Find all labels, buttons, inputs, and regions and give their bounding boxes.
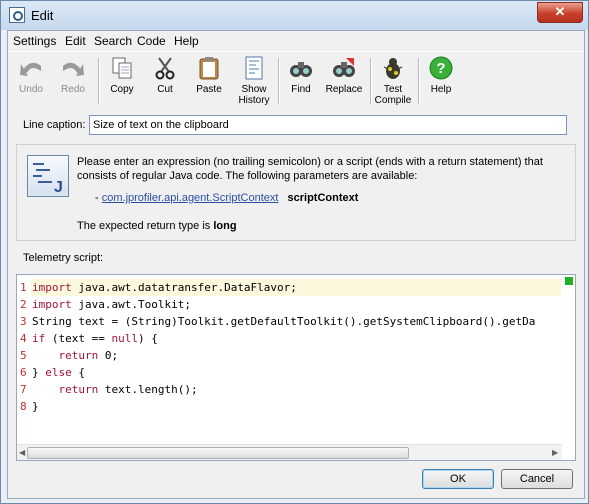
scissors-icon bbox=[153, 56, 177, 80]
ok-button[interactable]: OK bbox=[422, 469, 494, 489]
toolbar-separator bbox=[418, 58, 420, 104]
binoculars-icon bbox=[289, 56, 313, 80]
return-type: long bbox=[213, 220, 237, 232]
scroll-right-icon[interactable]: ▶ bbox=[552, 448, 558, 457]
telemetry-script-label: Telemetry script: bbox=[23, 252, 104, 264]
code-text: } bbox=[32, 400, 39, 413]
menu-settings[interactable]: Settings bbox=[13, 34, 56, 48]
copy-icon bbox=[110, 56, 134, 80]
menu-search[interactable]: Search bbox=[94, 34, 132, 48]
cancel-button[interactable]: Cancel bbox=[501, 469, 573, 489]
menu-help[interactable]: Help bbox=[174, 34, 199, 48]
copy-button[interactable]: Copy bbox=[104, 56, 140, 106]
return-prefix: The expected return type is bbox=[77, 220, 211, 232]
line-caption-label: Line caption: bbox=[23, 119, 86, 131]
dialog-content: Settings Edit Search Code Help Undo Redo… bbox=[7, 30, 585, 499]
code-text: String text = (String)Toolkit.getDefault… bbox=[32, 315, 536, 328]
scroll-thumb[interactable] bbox=[27, 447, 409, 459]
line-number: 2 bbox=[20, 298, 27, 311]
caption-row: Line caption: bbox=[18, 114, 574, 136]
cut-button[interactable]: Cut bbox=[148, 56, 182, 106]
line-number: 4 bbox=[20, 332, 27, 345]
line-caption-input[interactable] bbox=[89, 115, 567, 135]
test-compile-button[interactable]: Test Compile bbox=[374, 56, 412, 106]
bug-icon bbox=[381, 56, 405, 80]
info-panel: J Please enter an expression (no trailin… bbox=[16, 144, 576, 241]
code-text: } else { bbox=[32, 366, 85, 379]
menu-code[interactable]: Code bbox=[137, 34, 166, 48]
help-icon: ? bbox=[429, 56, 453, 80]
code-text: if (text == null) { bbox=[32, 332, 158, 345]
redo-icon bbox=[61, 56, 85, 80]
find-button[interactable]: Find bbox=[284, 56, 318, 106]
line-number: 7 bbox=[20, 383, 27, 396]
title-bar[interactable]: Edit ✕ bbox=[1, 1, 588, 30]
undo-button[interactable]: Undo bbox=[14, 56, 48, 106]
code-text: return text.length(); bbox=[58, 383, 198, 396]
svg-text:J: J bbox=[54, 179, 63, 196]
redo-button[interactable]: Redo bbox=[56, 56, 90, 106]
toolbar-separator bbox=[98, 58, 100, 104]
scroll-left-icon[interactable]: ◀ bbox=[19, 448, 25, 457]
menu-edit[interactable]: Edit bbox=[65, 34, 86, 48]
line-number: 6 bbox=[20, 366, 27, 379]
window-icon bbox=[9, 7, 25, 23]
horizontal-scrollbar[interactable]: ◀ ▶ bbox=[17, 444, 562, 460]
parameter-row: - com.jprofiler.api.agent.ScriptContext … bbox=[95, 192, 358, 204]
menu-bar: Settings Edit Search Code Help bbox=[8, 31, 584, 51]
undo-icon bbox=[19, 56, 43, 80]
replace-button[interactable]: Replace bbox=[324, 56, 364, 106]
toolbar: Undo Redo Copy Cut Paste Show History Fi… bbox=[8, 51, 584, 108]
clipboard-icon bbox=[197, 56, 221, 80]
svg-text:?: ? bbox=[436, 60, 445, 77]
line-number: 8 bbox=[20, 400, 27, 413]
paste-button[interactable]: Paste bbox=[191, 56, 227, 106]
edit-dialog: Edit ✕ Settings Edit Search Code Help Un… bbox=[0, 0, 589, 504]
param-class-link[interactable]: com.jprofiler.api.agent.ScriptContext bbox=[102, 192, 279, 204]
param-name: scriptContext bbox=[287, 192, 359, 204]
param-dash: - bbox=[95, 192, 99, 204]
toolbar-separator bbox=[370, 58, 372, 104]
return-type-row: The expected return type is long bbox=[77, 220, 237, 232]
java-script-icon: J bbox=[27, 155, 69, 197]
code-text: import java.awt.Toolkit; bbox=[32, 298, 191, 311]
close-button[interactable]: ✕ bbox=[537, 2, 583, 23]
code-text: import java.awt.datatransfer.DataFlavor; bbox=[32, 281, 297, 294]
line-number: 5 bbox=[20, 349, 27, 362]
window-title: Edit bbox=[31, 8, 54, 23]
code-text: return 0; bbox=[58, 349, 119, 362]
status-marker bbox=[565, 277, 573, 285]
replace-icon bbox=[332, 56, 356, 80]
toolbar-separator bbox=[278, 58, 280, 104]
show-history-button[interactable]: Show History bbox=[234, 56, 274, 106]
line-number: 3 bbox=[20, 315, 27, 328]
line-number: 1 bbox=[20, 281, 27, 294]
code-editor[interactable]: 1 import java.awt.datatransfer.DataFlavor… bbox=[16, 274, 576, 461]
info-description: Please enter an expression (no trailing … bbox=[77, 156, 543, 182]
history-icon bbox=[242, 56, 266, 80]
help-button[interactable]: ? Help bbox=[424, 56, 458, 106]
